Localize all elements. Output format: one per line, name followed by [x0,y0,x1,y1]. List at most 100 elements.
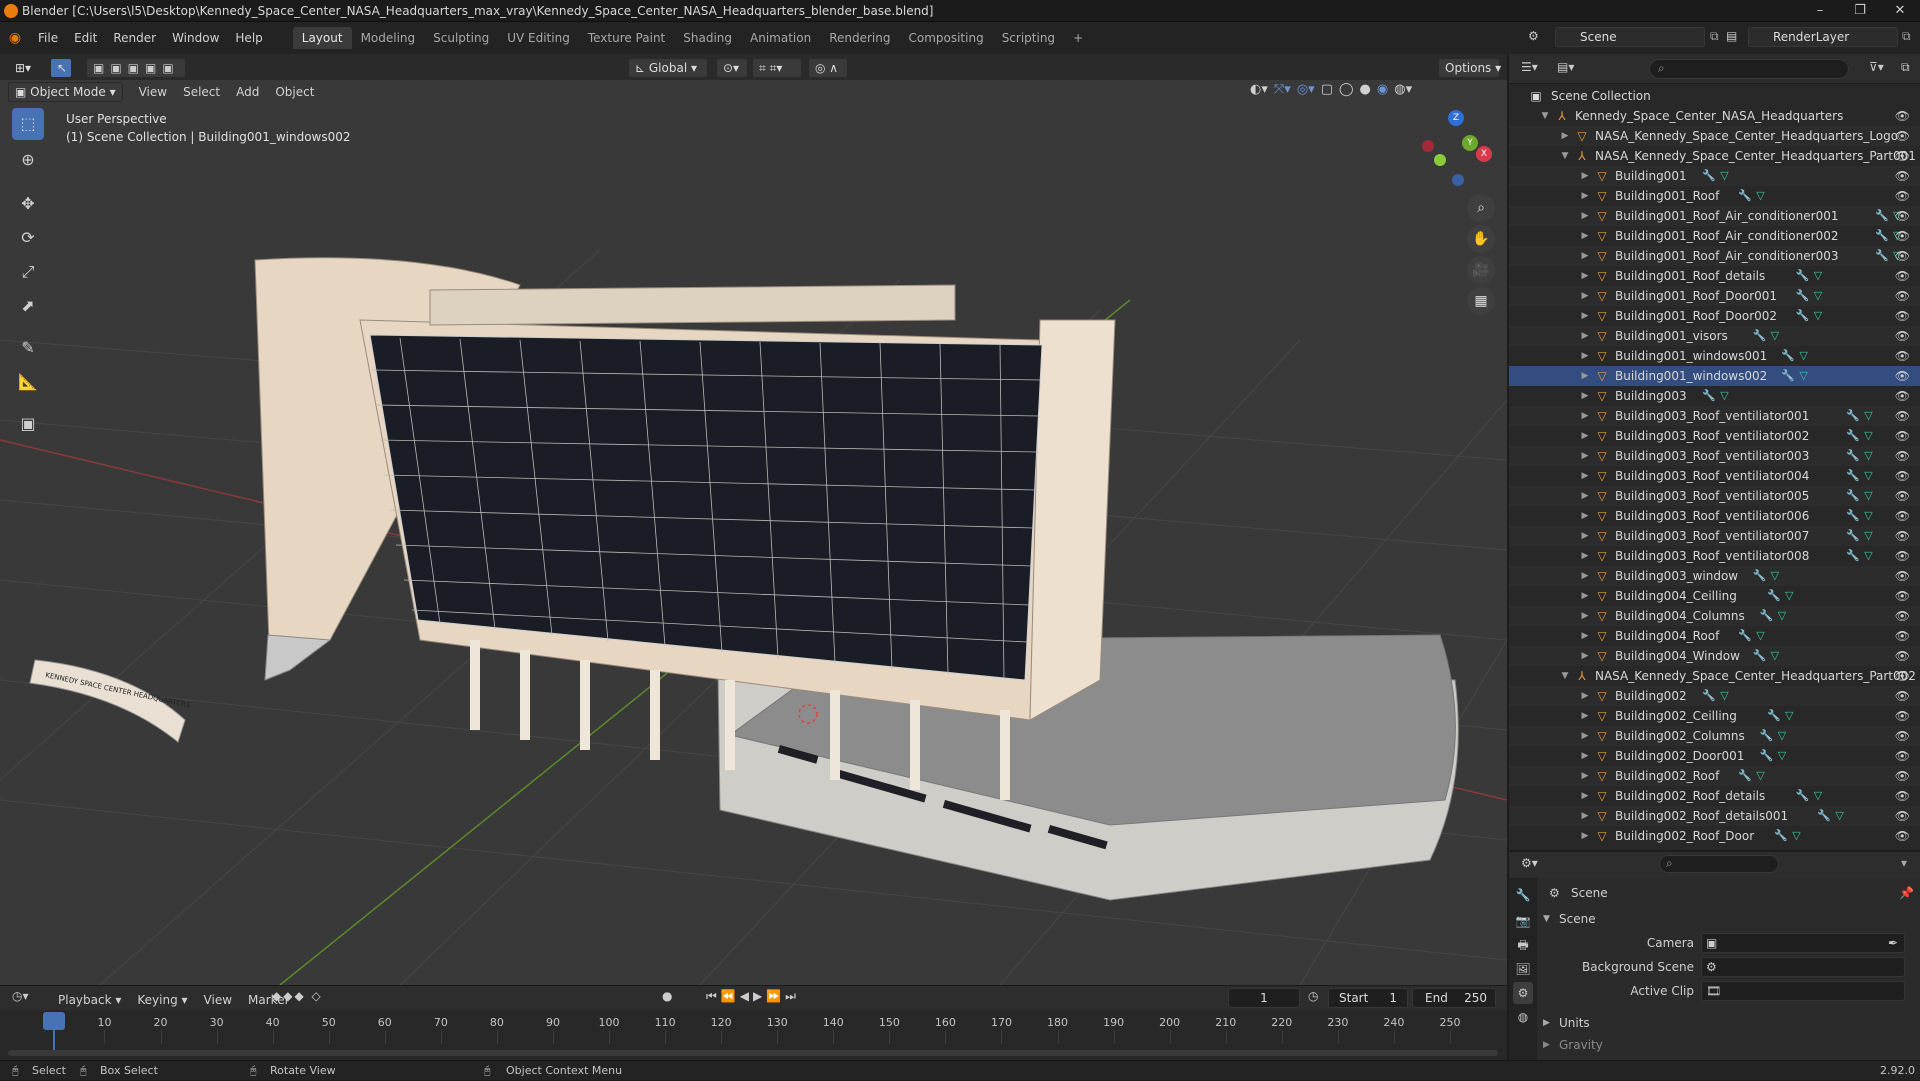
properties-search-input[interactable]: ⌕ [1659,855,1779,873]
visibility-eye-icon[interactable]: 👁 [1895,226,1910,246]
modifier-icon[interactable]: 🔧 [1781,346,1795,366]
display-mode-icon[interactable]: ▤▾ [1557,60,1574,74]
mesh-data-icon[interactable]: ▽ [1864,486,1872,506]
visibility-eye-icon[interactable]: 👁 [1895,246,1910,266]
visibility-eye-icon[interactable]: 👁 [1895,146,1910,166]
mesh-data-icon[interactable]: ▽ [1814,786,1822,806]
mesh-data-icon[interactable]: ▽ [1771,646,1779,666]
add-workspace-icon[interactable]: + [1064,27,1092,49]
chevron-right-icon[interactable]: ▶ [1579,566,1591,586]
workspace-tab-scripting[interactable]: Scripting [993,27,1064,49]
chevron-right-icon[interactable]: ▶ [1579,346,1591,366]
outliner-row[interactable]: ▶ ▽ Building002_Roof_details 🔧 ▽ 👁 [1509,786,1920,806]
mesh-data-icon[interactable]: ▽ [1778,746,1786,766]
add-cube-tool-icon[interactable]: ▣ [12,408,44,440]
viewport-menu-add[interactable]: Add [228,81,267,103]
minimize-icon[interactable]: – [1800,0,1840,22]
chevron-right-icon[interactable]: ▶ [1579,706,1591,726]
chevron-right-icon[interactable]: ▶ [1559,126,1571,146]
viewport-menu-select[interactable]: Select [175,81,228,103]
gizmo-x-axis[interactable]: X [1476,146,1492,162]
visibility-eye-icon[interactable]: 👁 [1895,606,1910,626]
playhead[interactable] [43,1012,65,1030]
outliner-row[interactable]: ▶ ▽ Building002_Door001 🔧 ▽ 👁 [1509,746,1920,766]
mesh-data-icon[interactable]: ▽ [1771,566,1779,586]
start-frame-field[interactable]: Start 1 [1328,988,1408,1008]
chevron-right-icon[interactable]: ▶ [1579,286,1591,306]
overlay-toggle-icon[interactable]: ◎▾ [1297,82,1315,102]
menu-render[interactable]: Render [105,27,164,49]
visibility-eye-icon[interactable]: 👁 [1895,526,1910,546]
outliner-row[interactable]: ▶ ▽ Building002_Roof_details001 🔧 ▽ 👁 [1509,806,1920,826]
mesh-data-icon[interactable]: ▽ [1785,706,1793,726]
visibility-eye-icon[interactable]: 👁 [1895,706,1910,726]
visibility-eye-icon[interactable]: 👁 [1895,726,1910,746]
mesh-data-icon[interactable]: ▽ [1720,166,1728,186]
output-tab-icon[interactable]: 🖶 [1513,934,1533,956]
visibility-eye-icon[interactable]: 👁 [1895,546,1910,566]
visibility-eye-icon[interactable]: 👁 [1895,306,1910,326]
mesh-data-icon[interactable]: ▽ [1756,766,1764,786]
chevron-right-icon[interactable]: ▶ [1579,206,1591,226]
scale-tool-icon[interactable]: ⤢ [12,256,44,288]
chevron-down-icon[interactable]: ▼ [1559,146,1571,166]
mesh-data-icon[interactable]: ▽ [1835,806,1843,826]
camera-view-icon[interactable]: 🎥 [1467,256,1495,284]
modifier-icon[interactable]: 🔧 [1875,226,1889,246]
eyedropper-icon[interactable]: ✒ [1888,934,1898,952]
outliner-row[interactable]: ▶ ▽ Building003_Roof_ventiliator006 🔧 ▽ 👁 [1509,506,1920,526]
transform-tool-icon[interactable]: ⬈ [12,290,44,322]
modifier-icon[interactable]: 🔧 [1760,746,1774,766]
gizmo-y-axis[interactable]: Y [1462,135,1478,151]
modifier-icon[interactable]: 🔧 [1817,806,1831,826]
outliner-row[interactable]: ▶ ▽ Building004_Columns 🔧 ▽ 👁 [1509,606,1920,626]
record-icon[interactable]: ● [662,989,672,1003]
chevron-right-icon[interactable]: ▶ [1579,586,1591,606]
rotate-tool-icon[interactable]: ⟳ [12,222,44,254]
outliner-row[interactable]: ▼ ⅄ Kennedy_Space_Center_NASA_Headquarters… [1509,106,1920,126]
mesh-data-icon[interactable]: ▽ [1814,306,1822,326]
timeline-menu-playback[interactable]: Playback ▾ [50,989,129,1011]
options-dropdown[interactable]: Options ▾ [1438,58,1501,78]
modifier-icon[interactable]: 🔧 [1846,426,1860,446]
mesh-data-icon[interactable]: ▽ [1864,466,1872,486]
chevron-right-icon[interactable]: ▶ [1579,786,1591,806]
orthographic-grid-icon[interactable]: ▦ [1467,287,1495,315]
modifier-icon[interactable]: 🔧 [1760,606,1774,626]
visibility-eye-icon[interactable]: 👁 [1895,566,1910,586]
modifier-icon[interactable]: 🔧 [1846,506,1860,526]
building-001-top[interactable] [429,284,956,326]
scene-selector[interactable]: Scene [1555,27,1705,47]
chevron-right-icon[interactable]: ▶ [1579,726,1591,746]
cursor-tool-icon[interactable]: ⊕ [12,144,44,176]
snap-icon[interactable]: ⌗ ⌗▾ [752,58,802,78]
annotate-tool-icon[interactable]: ✎ [12,332,44,364]
modifier-icon[interactable]: 🔧 [1796,786,1810,806]
visibility-eye-icon[interactable]: 👁 [1895,486,1910,506]
outliner-row[interactable]: ▶ ▽ Building001_Roof 🔧 ▽ 👁 [1509,186,1920,206]
modifier-icon[interactable]: 🔧 [1846,526,1860,546]
outliner-row[interactable]: ▶ ▽ Building001_Roof_Air_conditioner002 🔧 ▽ 👁 [1509,226,1920,246]
material-shading-icon[interactable]: ◉ [1377,82,1388,102]
mesh-data-icon[interactable]: ▽ [1785,586,1793,606]
visibility-eye-icon[interactable]: 👁 [1895,746,1910,766]
timeline-editor-type-icon[interactable]: ◷▾ [12,989,29,1003]
menu-help[interactable]: Help [227,27,270,49]
pivot-point-icon[interactable]: ⊙▾ [716,58,748,78]
outliner-row[interactable]: ▶ ▽ NASA_Kennedy_Space_Center_Headquarters… [1509,126,1920,146]
workspace-tab-layout[interactable]: Layout [292,27,352,49]
gizmo-neg-y[interactable] [1434,154,1446,166]
chevron-right-icon[interactable]: ▶ [1579,486,1591,506]
mesh-data-icon[interactable]: ▽ [1864,506,1872,526]
chevron-right-icon[interactable]: ▶ [1579,466,1591,486]
mesh-data-icon[interactable]: ▽ [1778,606,1786,626]
outliner-row[interactable]: ▶ ▽ Building004_Ceilling 🔧 ▽ 👁 [1509,586,1920,606]
outliner-scene-collection[interactable]: ▣ Scene Collection [1509,86,1920,106]
modifier-icon[interactable]: 🔧 [1767,706,1781,726]
modifier-icon[interactable]: 🔧 [1753,646,1767,666]
visibility-eye-icon[interactable]: 👁 [1895,106,1910,126]
chevron-right-icon[interactable]: ▶ [1579,246,1591,266]
mesh-data-icon[interactable]: ▽ [1814,286,1822,306]
chevron-right-icon[interactable]: ▶ [1579,686,1591,706]
workspace-tab-animation[interactable]: Animation [741,27,820,49]
